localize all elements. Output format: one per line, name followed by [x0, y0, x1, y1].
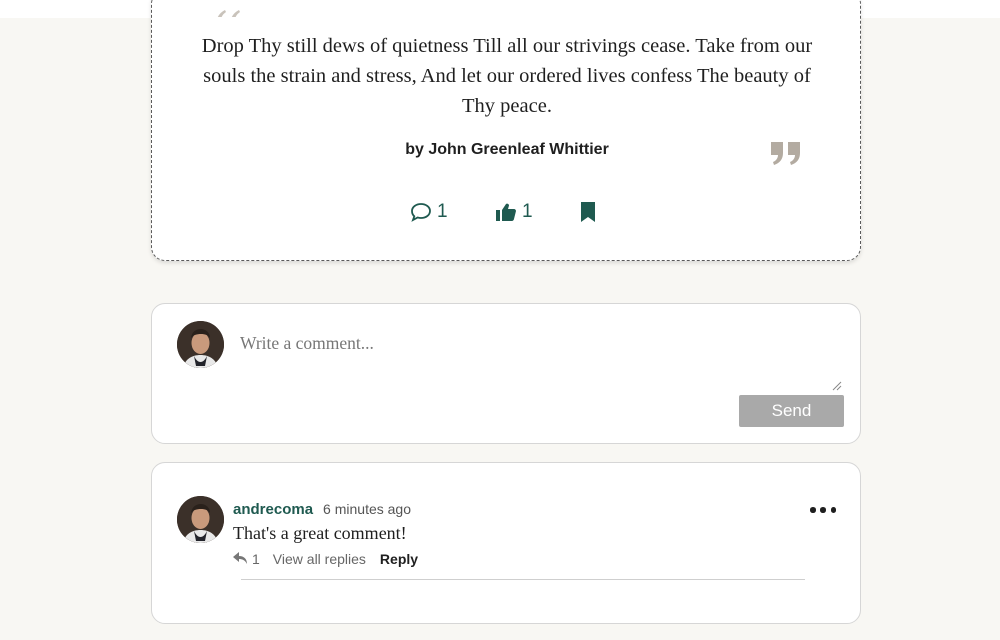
- quote-open-icon: [214, 3, 242, 17]
- bookmark-icon: [580, 201, 596, 223]
- comment-input[interactable]: [232, 316, 844, 390]
- reply-button[interactable]: Reply: [380, 551, 418, 567]
- thumbs-up-icon: [495, 202, 517, 222]
- comments-action[interactable]: 1: [410, 197, 448, 227]
- quote-card: Drop Thy still dews of quietness Till al…: [151, 0, 861, 261]
- like-action[interactable]: 1: [495, 197, 533, 227]
- quote-text: Drop Thy still dews of quietness Till al…: [201, 35, 813, 117]
- comment-author[interactable]: andrecoma: [233, 501, 313, 518]
- avatar: [177, 321, 224, 368]
- send-button[interactable]: Send: [739, 395, 844, 427]
- quote-author: by John Greenleaf Whittier: [405, 141, 609, 158]
- quote-close-icon: [770, 141, 804, 167]
- comment-item: andrecoma 6 minutes ago That's a great c…: [151, 462, 861, 624]
- comments-count: 1: [437, 201, 448, 222]
- avatar[interactable]: [177, 496, 224, 543]
- comment-meta: andrecoma 6 minutes ago: [233, 501, 411, 518]
- quote-actions: 1 1: [152, 197, 862, 227]
- divider: [241, 579, 805, 580]
- comment-timestamp: 6 minutes ago: [323, 501, 411, 517]
- comment-composer: Send: [151, 303, 861, 444]
- likes-count: 1: [522, 201, 533, 222]
- more-icon[interactable]: [810, 501, 836, 519]
- comment-actions: 1 View all replies Reply: [233, 551, 418, 567]
- resize-handle-icon[interactable]: [832, 378, 842, 391]
- bookmark-button[interactable]: [580, 197, 596, 227]
- comment-icon: [410, 202, 432, 222]
- reply-count-value: 1: [252, 551, 260, 567]
- view-all-replies-link[interactable]: View all replies: [273, 551, 366, 567]
- comment-body: That's a great comment!: [233, 523, 407, 543]
- reply-count[interactable]: 1: [233, 551, 260, 567]
- reply-icon: [233, 551, 247, 567]
